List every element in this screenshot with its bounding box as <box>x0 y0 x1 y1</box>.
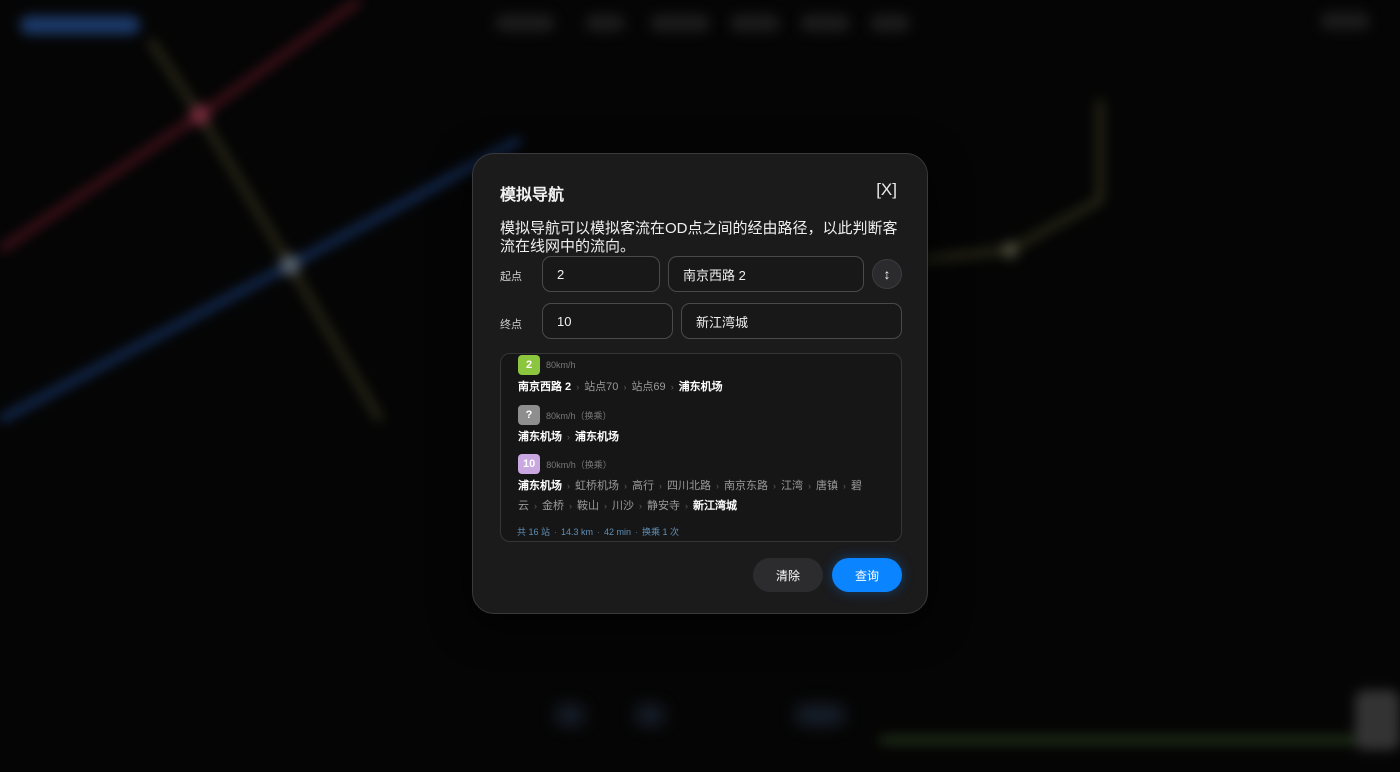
chevron-right-icon: › <box>576 382 580 392</box>
route-summary: 共 16 站 · 14.3 km · 42 min · 换乘 1 次 <box>517 527 680 537</box>
segment-stations: 南京西路 2 › 站点70 › 站点69 › 浦东机场 <box>518 377 868 397</box>
query-button[interactable]: 查询 <box>832 558 902 592</box>
segment-speed: 80km/h（换乘） <box>546 410 612 421</box>
segment-stations: 浦东机场 › 虹桥机场 › 高行 › 四川北路 › 南京东路 › 江湾 › 唐镇 › 碧云 › 金桥 › 鞍山 › 川沙… <box>518 476 868 516</box>
station-name: 鞍山 <box>577 500 599 512</box>
swap-icon[interactable]: ↕ <box>872 259 902 289</box>
summary-distance: 14.3 km <box>561 527 594 537</box>
summary-stations: 共 16 站 <box>517 527 551 537</box>
destination-line-input[interactable] <box>542 303 673 339</box>
origin-label: 起点 <box>500 271 522 283</box>
station-name: 四川北路 <box>667 480 711 492</box>
segment-stations: 浦东机场 › 浦东机场 <box>518 427 868 447</box>
station-name: 虹桥机场 <box>575 480 619 492</box>
chevron-right-icon: › <box>685 501 688 511</box>
chevron-right-icon: › <box>659 481 662 491</box>
chevron-right-icon: › <box>773 481 776 491</box>
station-name: 金桥 <box>542 500 564 512</box>
station-name: 新江湾城 <box>693 500 737 512</box>
segment-speed: 80km/h（换乘） <box>546 459 612 470</box>
summary-transfers: 换乘 1 次 <box>642 527 680 537</box>
chevron-right-icon: › <box>567 481 570 491</box>
route-segment: 2 80km/h 南京西路 2 › 站点70 › 站点69 › 浦东机场 <box>518 355 868 397</box>
dialog-description: 模拟导航可以模拟客流在OD点之间的经由路径，以此判断客流在线网中的流向。 <box>500 220 898 255</box>
station-name: 南京西路 2 <box>518 381 572 393</box>
origin-line-input[interactable] <box>542 256 660 292</box>
destination-label: 终点 <box>500 319 522 331</box>
chevron-right-icon: › <box>808 481 811 491</box>
chevron-right-icon: › <box>623 382 627 392</box>
station-name: 唐镇 <box>816 480 838 492</box>
route-segment: ? 80km/h（换乘） 浦东机场 › 浦东机场 <box>518 405 868 447</box>
chevron-right-icon: › <box>624 481 627 491</box>
chevron-right-icon: › <box>843 481 846 491</box>
chevron-right-icon: › <box>604 501 607 511</box>
station-name: 浦东机场 <box>518 480 562 492</box>
route-segment: 10 80km/h（换乘） 浦东机场 › 虹桥机场 › 高行 › 四川北路 › 南京东路 › 江湾 › 唐镇… <box>518 454 868 516</box>
line-badge: 2 <box>518 355 540 375</box>
segment-speed: 80km/h <box>546 360 576 370</box>
chevron-right-icon: › <box>670 382 674 392</box>
station-name: 南京东路 <box>724 480 768 492</box>
station-name: 静安寺 <box>647 500 680 512</box>
route-result-panel: 2 80km/h 南京西路 2 › 站点70 › 站点69 › 浦东机场? 80km/h（换乘） 浦… <box>500 353 902 542</box>
clear-button[interactable]: 清除 <box>753 558 823 592</box>
station-name: 川沙 <box>612 500 634 512</box>
chevron-right-icon: › <box>534 501 537 511</box>
origin-station-input[interactable] <box>668 256 864 292</box>
station-name: 江湾 <box>781 480 803 492</box>
station-name: 站点70 <box>584 381 619 393</box>
chevron-right-icon: › <box>569 501 572 511</box>
close-button[interactable]: [X] <box>876 180 897 200</box>
station-name: 高行 <box>632 480 654 492</box>
chevron-right-icon: › <box>639 501 642 511</box>
summary-duration: 42 min <box>604 527 632 537</box>
chevron-right-icon: › <box>567 432 570 442</box>
line-badge: ? <box>518 405 540 425</box>
dialog-title: 模拟导航 <box>500 187 565 204</box>
station-name: 站点69 <box>631 381 666 393</box>
station-name: 浦东机场 <box>575 431 619 443</box>
destination-station-input[interactable] <box>681 303 902 339</box>
line-badge: 10 <box>518 454 541 474</box>
simulated-navigation-dialog: 模拟导航 [X] 模拟导航可以模拟客流在OD点之间的经由路径，以此判断客流在线网… <box>472 153 928 614</box>
station-name: 浦东机场 <box>678 381 723 393</box>
station-name: 浦东机场 <box>518 431 562 443</box>
chevron-right-icon: › <box>716 481 719 491</box>
